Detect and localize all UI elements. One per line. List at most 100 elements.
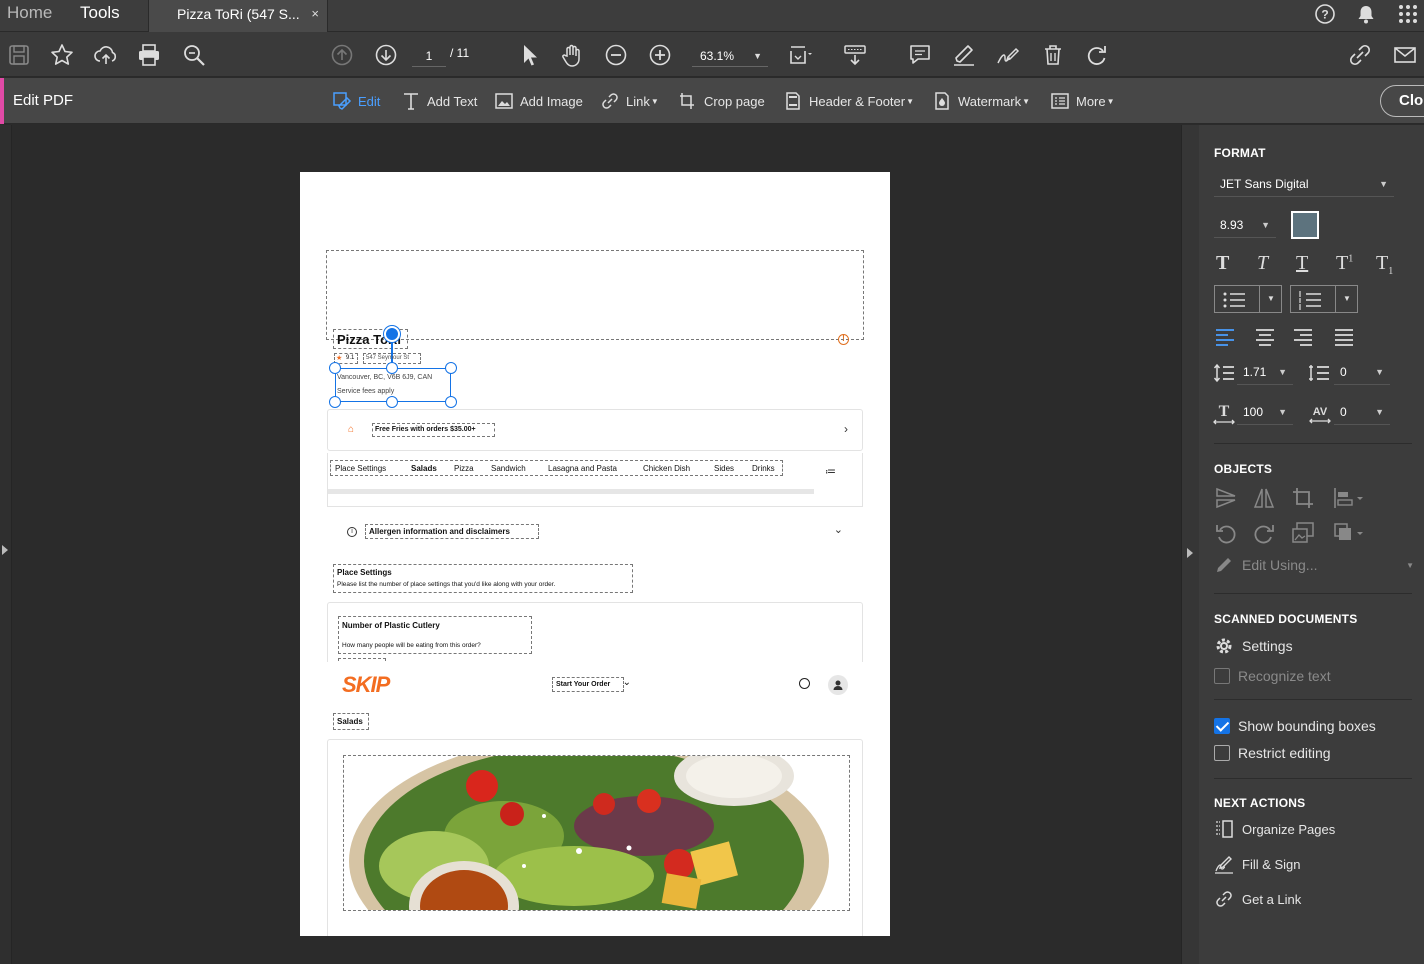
salads-heading-box[interactable]: Salads	[333, 713, 369, 730]
resize-handle-bottom[interactable]	[386, 396, 398, 408]
resize-handle-bottom-left[interactable]	[329, 396, 341, 408]
apps-grid-icon[interactable]	[1397, 3, 1419, 25]
place-settings-box[interactable]: Place Settings Please list the number of…	[333, 564, 633, 593]
hand-tool-icon[interactable]	[559, 42, 585, 68]
promo-card[interactable]: ⌂ Free Fries with orders $35.00+ ›	[327, 409, 863, 451]
promo-text-box[interactable]: Free Fries with orders $35.00+	[372, 423, 495, 437]
add-text-button[interactable]: Add Text	[401, 90, 477, 112]
collapse-right-arrow-icon[interactable]	[1187, 548, 1193, 558]
text-color-swatch[interactable]	[1291, 211, 1319, 239]
show-bounding-boxes-box[interactable]	[1214, 718, 1230, 734]
allergen-text-box[interactable]: Allergen information and disclaimers	[365, 524, 539, 539]
edit-using-dropdown[interactable]: Edit Using... ▼	[1214, 554, 1414, 576]
menu-tabs-box[interactable]: Place Settings Salads Pizza Sandwich Las…	[330, 460, 783, 476]
page-display-icon[interactable]	[787, 42, 813, 68]
get-link-button[interactable]: Get a Link	[1214, 888, 1301, 910]
email-icon[interactable]	[1392, 42, 1418, 68]
replace-image-icon[interactable]	[1291, 521, 1315, 545]
tabs-scrollbar[interactable]	[328, 489, 814, 494]
resize-handle-bottom-right[interactable]	[445, 396, 457, 408]
keyboard-scroll-icon[interactable]	[842, 42, 868, 68]
menu-tab-sides[interactable]: Sides	[714, 464, 734, 473]
subscript-t-icon[interactable]: T1	[1376, 252, 1393, 277]
cloud-upload-icon[interactable]	[93, 42, 119, 68]
zoom-level-dropdown[interactable]: 63.1% ▼	[692, 45, 768, 67]
expand-left-arrow-icon[interactable]	[2, 545, 8, 555]
menu-tab-sandwich[interactable]: Sandwich	[491, 464, 526, 473]
allergen-row[interactable]: i Allergen information and disclaimers ⌄	[327, 517, 863, 547]
zoom-in-icon[interactable]	[647, 42, 673, 68]
show-bounding-boxes-checkbox[interactable]: Show bounding boxes	[1214, 715, 1376, 737]
numbered-list-dropdown[interactable]: ▼	[1290, 285, 1358, 313]
scanned-settings-button[interactable]: Settings	[1214, 635, 1293, 657]
link-dropdown-button[interactable]: Link ▼	[600, 90, 659, 112]
superscript-t-icon[interactable]: T1	[1336, 252, 1353, 275]
highlight-pen-icon[interactable]	[951, 42, 977, 68]
add-image-button[interactable]: Add Image	[494, 90, 583, 112]
menu-tab-pizza[interactable]: Pizza	[454, 464, 474, 473]
more-button[interactable]: More ▼	[1050, 90, 1115, 112]
sign-pen-icon[interactable]	[995, 42, 1021, 68]
chevron-right-icon[interactable]: ›	[844, 422, 848, 436]
location-pin-icon[interactable]	[799, 678, 810, 689]
chevron-down-icon[interactable]: ⌄	[834, 523, 843, 536]
document-tab[interactable]: Pizza ToRi (547 S... ×	[148, 0, 328, 32]
fill-sign-button[interactable]: Fill & Sign	[1214, 853, 1301, 875]
character-spacing-dropdown[interactable]: 0 ▼	[1334, 401, 1390, 425]
align-justify-icon[interactable]	[1333, 326, 1355, 348]
crop-page-button[interactable]: Crop page	[678, 90, 765, 112]
font-size-dropdown[interactable]: 8.93 ▼	[1214, 214, 1276, 238]
rotate-left-icon[interactable]	[1214, 521, 1238, 545]
recognize-text-box[interactable]	[1214, 668, 1230, 684]
warning-badge-icon[interactable]: !	[838, 334, 849, 345]
align-right-icon[interactable]	[1292, 326, 1314, 348]
zoom-out-icon[interactable]	[603, 42, 629, 68]
flip-vertical-icon[interactable]	[1214, 486, 1238, 510]
watermark-button[interactable]: Watermark ▼	[932, 90, 1030, 112]
line-spacing-dropdown[interactable]: 1.71 ▼	[1237, 361, 1293, 385]
menu-tab-place-settings[interactable]: Place Settings	[335, 464, 386, 473]
save-icon[interactable]	[6, 42, 32, 68]
organize-pages-button[interactable]: Organize Pages	[1214, 818, 1335, 840]
bell-icon[interactable]	[1355, 3, 1377, 25]
resize-handle-top-left[interactable]	[329, 362, 341, 374]
next-page-icon[interactable]	[373, 42, 399, 68]
underline-t-icon[interactable]: T	[1296, 252, 1308, 275]
skip-logo[interactable]: SKIP	[342, 672, 390, 698]
pdf-page[interactable]: Pizza ToRi ! ★ 9.1 547 Seymour St Vancou…	[300, 172, 890, 936]
recognize-text-checkbox[interactable]: Recognize text	[1214, 665, 1331, 687]
previous-page-icon[interactable]	[329, 42, 355, 68]
salad-image-box[interactable]	[343, 755, 850, 911]
edit-button[interactable]: Edit	[332, 90, 380, 112]
nav-home[interactable]: Home	[7, 0, 52, 28]
cutlery-text-box[interactable]: Number of Plastic Cutlery How many peopl…	[338, 616, 532, 654]
header-footer-button[interactable]: Header & Footer ▼	[783, 90, 914, 112]
close-tool-button[interactable]: Clo	[1380, 85, 1424, 117]
restrict-editing-box[interactable]	[1214, 745, 1230, 761]
close-tab-button[interactable]: ×	[311, 6, 319, 21]
right-pane-collapse[interactable]	[1181, 125, 1199, 964]
select-cursor-icon[interactable]	[516, 42, 542, 68]
help-icon[interactable]: ?	[1314, 3, 1336, 25]
star-bookmark-icon[interactable]	[49, 42, 75, 68]
rotate-handle-icon[interactable]	[384, 326, 400, 342]
comment-icon[interactable]	[907, 42, 933, 68]
arrange-objects-icon[interactable]	[1332, 521, 1366, 545]
italic-t-icon[interactable]: T	[1257, 252, 1268, 275]
left-pane-collapse[interactable]	[0, 125, 12, 964]
menu-tab-lasagna-pasta[interactable]: Lasagna and Pasta	[548, 464, 617, 473]
align-left-icon[interactable]	[1214, 326, 1236, 348]
resize-handle-top-right[interactable]	[445, 362, 457, 374]
print-icon[interactable]	[136, 42, 162, 68]
account-avatar-icon[interactable]	[828, 675, 848, 695]
nav-tools[interactable]: Tools	[80, 0, 120, 28]
restrict-editing-checkbox[interactable]: Restrict editing	[1214, 742, 1331, 764]
bullet-list-dropdown[interactable]: ▼	[1214, 285, 1282, 313]
resize-handle-top[interactable]	[386, 362, 398, 374]
align-objects-icon[interactable]	[1332, 486, 1366, 510]
horizontal-scale-dropdown[interactable]: 100 ▼	[1237, 401, 1293, 425]
redo-rotate-icon[interactable]	[1084, 42, 1110, 68]
flip-horizontal-icon[interactable]	[1252, 486, 1276, 510]
menu-tab-salads[interactable]: Salads	[411, 464, 437, 473]
delete-trash-icon[interactable]	[1040, 42, 1066, 68]
